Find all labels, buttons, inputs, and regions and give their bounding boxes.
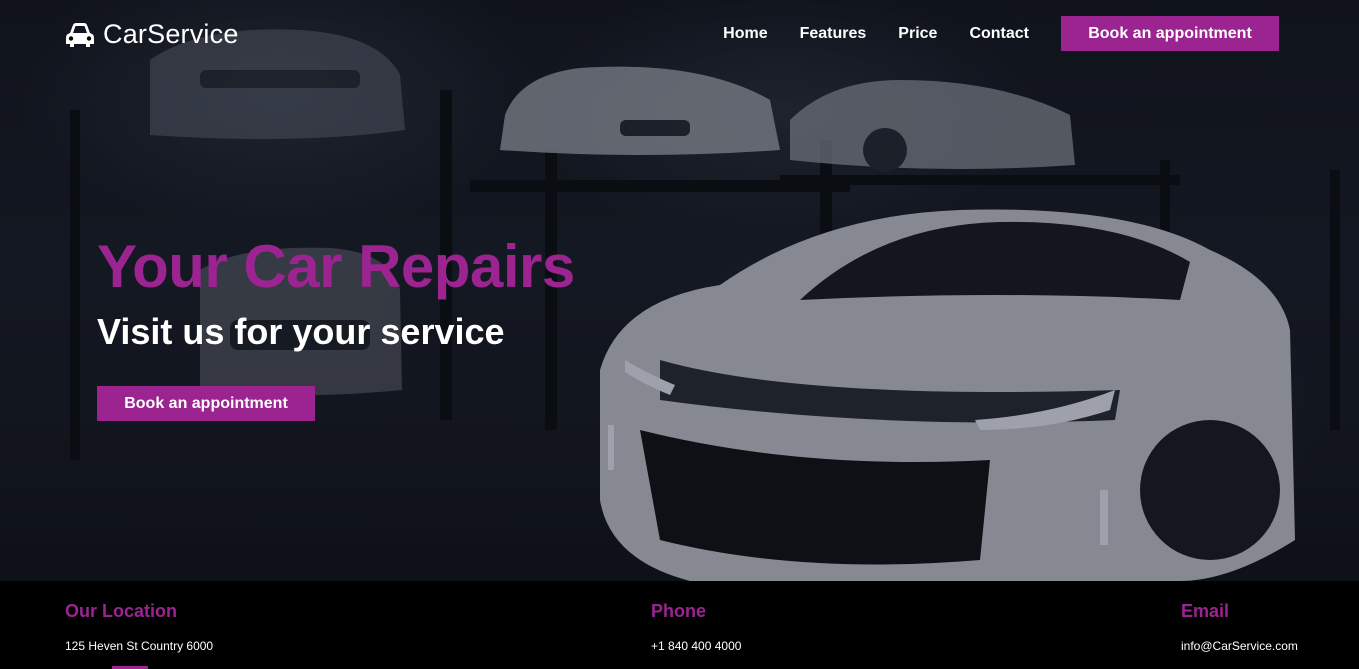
nav-link-price[interactable]: Price	[898, 16, 937, 51]
hero-title: Your Car Repairs	[97, 233, 575, 300]
location-heading: Our Location	[65, 601, 177, 621]
phone-heading: Phone	[651, 601, 707, 621]
email-address[interactable]: info@CarService.com	[1181, 639, 1298, 653]
brand-logo[interactable]: CarService	[65, 19, 239, 50]
contact-info-bar: Our Location 125 Heven St Country 6000 P…	[0, 581, 1359, 669]
hero-subtitle: Visit us for your service	[97, 311, 505, 352]
location-address: 125 Heven St Country 6000	[65, 639, 214, 653]
hero-section: CarService Home Features Price Contact B…	[0, 0, 1359, 581]
phone-number[interactable]: +1 840 400 4000	[651, 639, 741, 653]
brand-name: CarService	[103, 19, 239, 49]
nav-book-appointment-button[interactable]: Book an appointment	[1061, 16, 1279, 51]
nav-link-features[interactable]: Features	[800, 16, 867, 51]
nav-link-contact[interactable]: Contact	[969, 16, 1029, 51]
location-block: Our Location 125 Heven St Country 6000	[65, 601, 213, 653]
email-block: Email info@CarService.com	[1181, 601, 1298, 653]
hero-book-appointment-button[interactable]: Book an appointment	[97, 386, 315, 421]
phone-block: Phone +1 840 400 4000	[651, 601, 741, 653]
nav-link-home[interactable]: Home	[723, 16, 767, 51]
email-heading: Email	[1181, 601, 1230, 621]
car-icon	[66, 22, 94, 47]
main-nav: Home Features Price Contact Book an appo…	[723, 16, 1279, 51]
